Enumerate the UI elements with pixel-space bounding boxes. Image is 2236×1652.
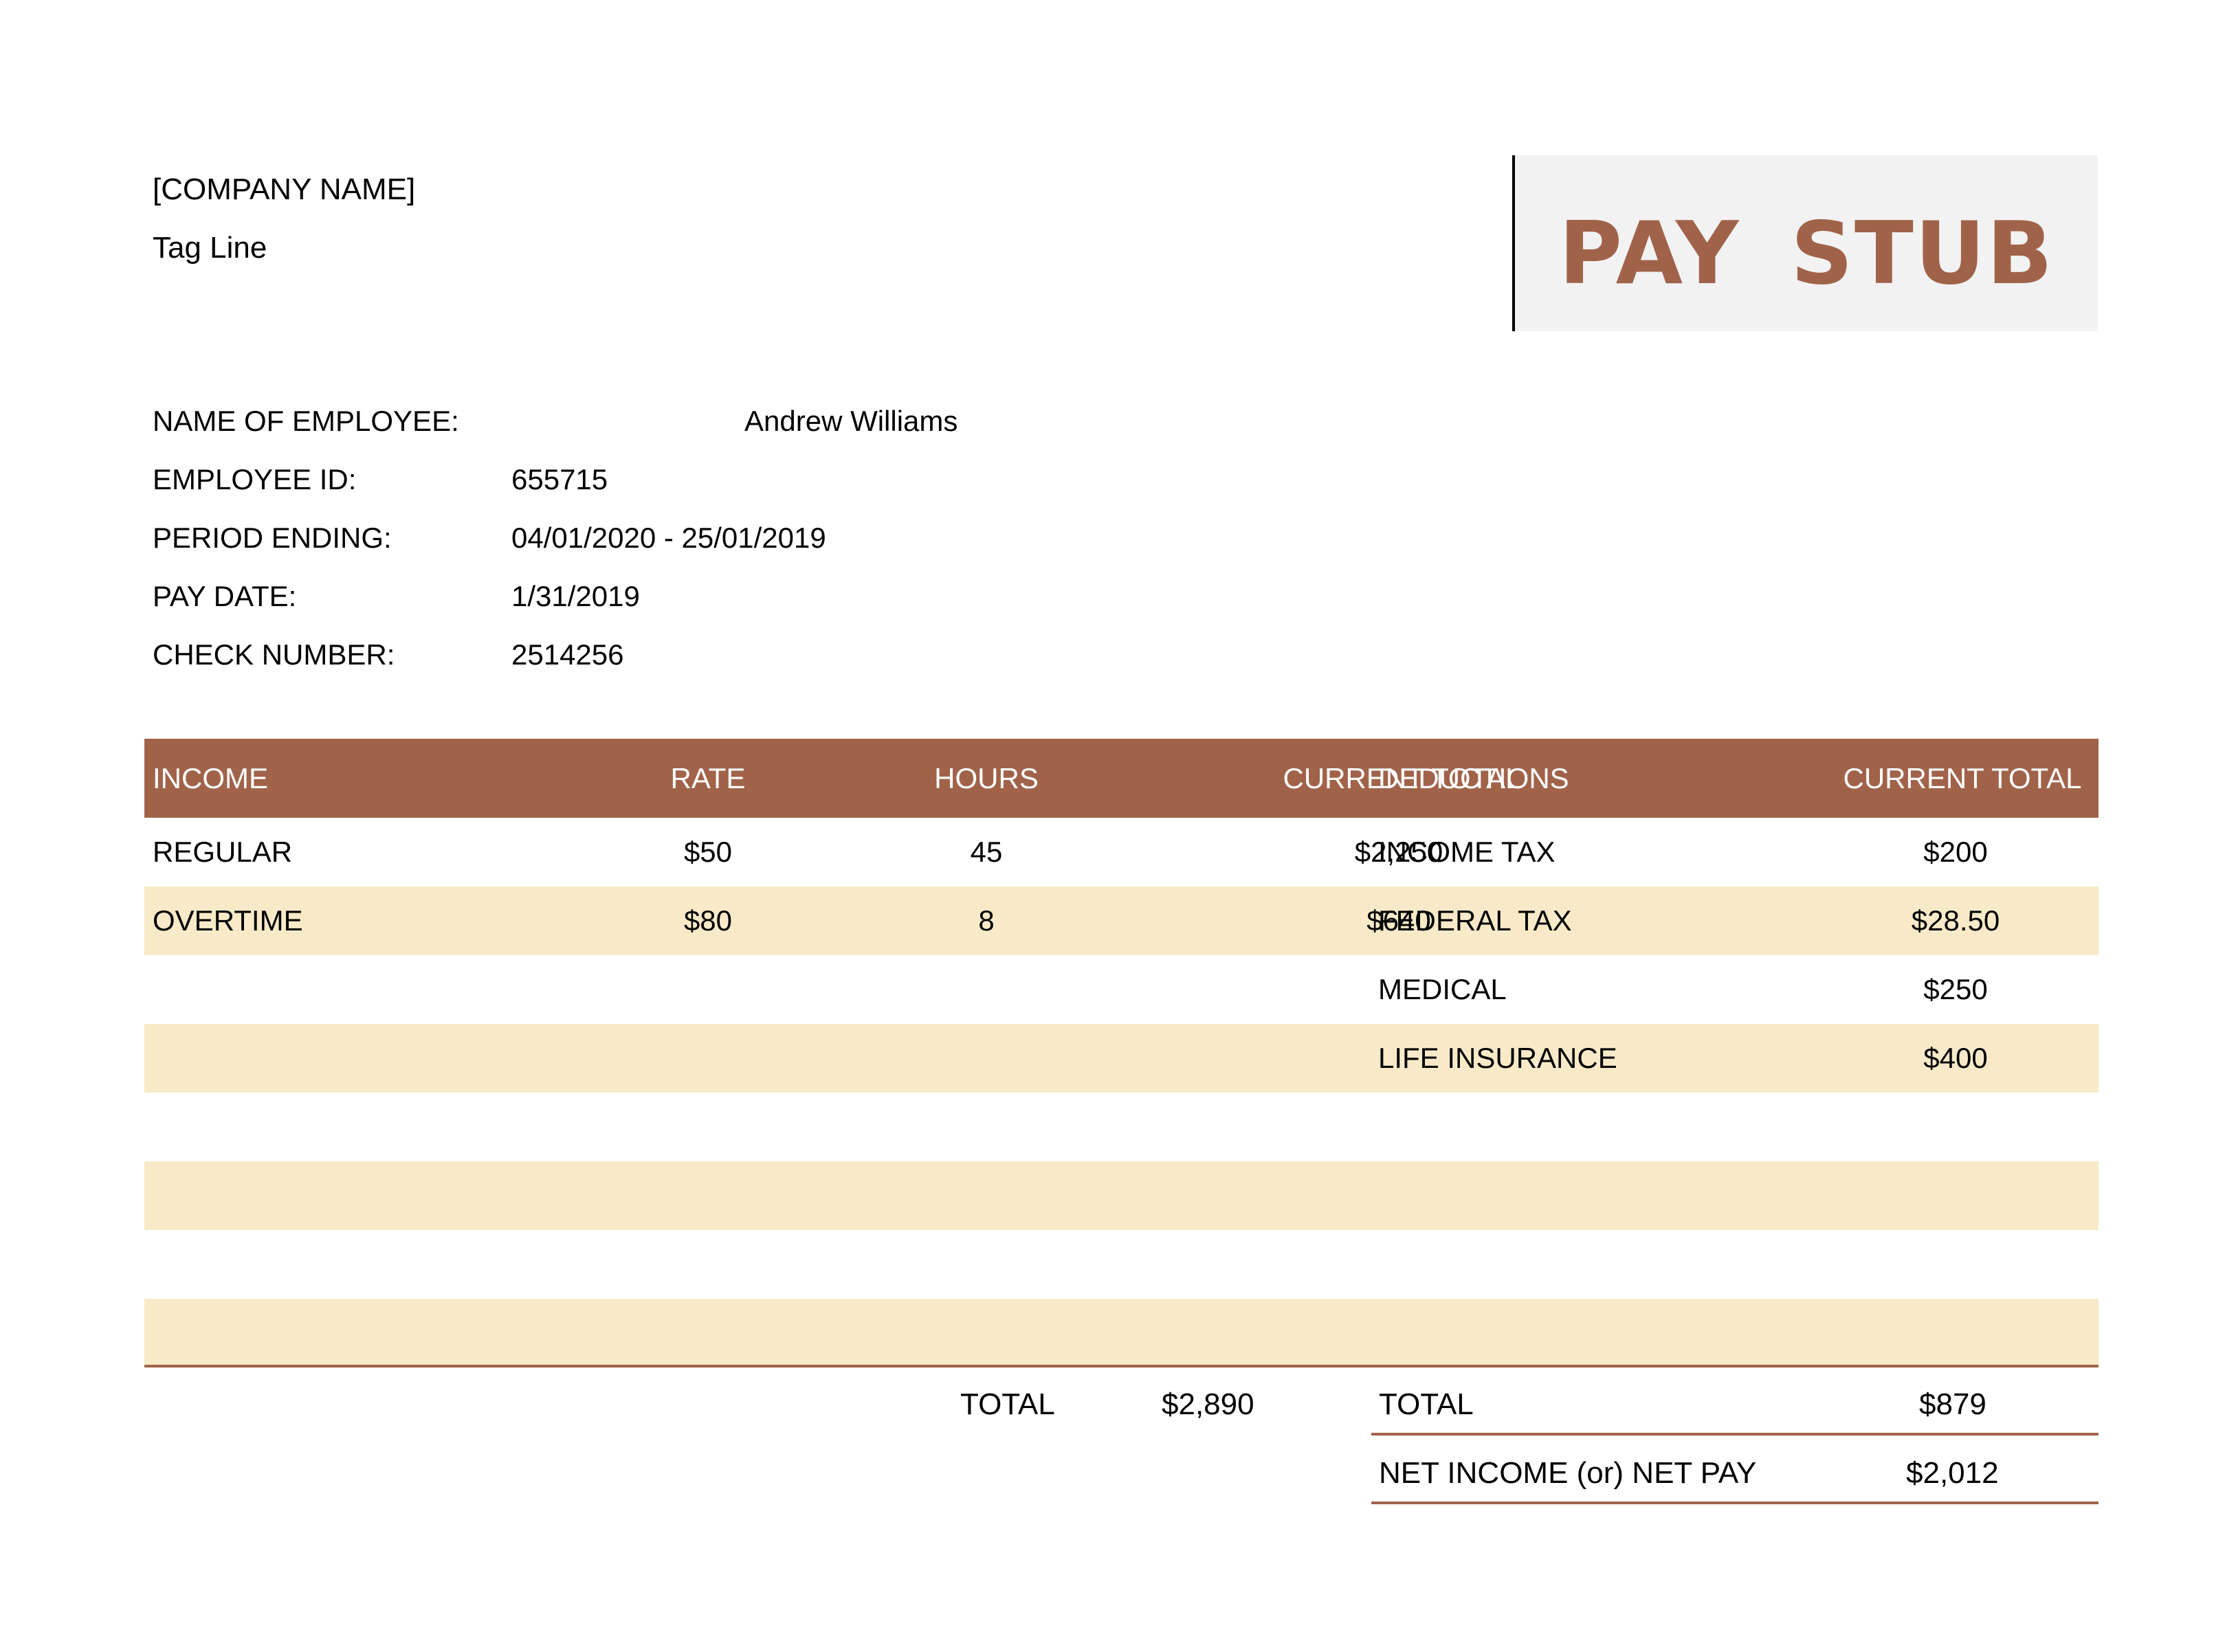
header-current-total-deductions: CURRENT TOTAL bbox=[1843, 761, 2082, 794]
rate-cell: $80 bbox=[683, 904, 733, 937]
deductions-total-divider bbox=[1371, 1433, 2099, 1436]
table-row: REGULAR $50 45 $2,250 INCOME TAX $200 bbox=[144, 818, 2099, 886]
deduction-cell bbox=[1378, 1230, 1791, 1299]
income-cell: REGULAR bbox=[153, 836, 293, 868]
net-pay-value: $2,012 bbox=[1906, 1456, 1999, 1490]
table-row: OVERTIME $80 8 $640 FEDERAL TAX $28.50 bbox=[144, 886, 2099, 955]
pay-date-label: PAY DATE: bbox=[153, 580, 297, 612]
income-total-value: $2,890 bbox=[1162, 1387, 1254, 1421]
deduction-cell: LIFE INSURANCE bbox=[1378, 1042, 1617, 1074]
rate-cell bbox=[571, 1230, 845, 1299]
period-ending-label: PERIOD ENDING: bbox=[153, 522, 392, 554]
table-header: INCOME RATE HOURS CURRENT TOTAL DEDUCTIO… bbox=[144, 739, 2099, 818]
header-deductions: DEDUCTIONS bbox=[1378, 761, 1569, 794]
deduction-total-cell: $400 bbox=[1923, 1042, 1988, 1074]
rate-cell bbox=[571, 1299, 845, 1368]
rate-cell bbox=[571, 1093, 845, 1161]
deduction-cell bbox=[1378, 1093, 1791, 1161]
net-pay-label: NET INCOME (or) NET PAY bbox=[1379, 1456, 1757, 1490]
header-rate: RATE bbox=[670, 761, 746, 794]
income-cell: OVERTIME bbox=[153, 904, 303, 937]
pay-date-value: 1/31/2019 bbox=[511, 580, 640, 612]
income-cell bbox=[153, 955, 565, 1024]
income-cell bbox=[153, 1093, 565, 1161]
deduction-total-cell bbox=[1749, 1299, 2162, 1368]
rate-cell bbox=[571, 1024, 845, 1093]
pay-table: INCOME RATE HOURS CURRENT TOTAL DEDUCTIO… bbox=[144, 739, 2099, 1368]
net-pay-divider bbox=[1371, 1502, 2099, 1504]
deductions-total-value: $879 bbox=[1919, 1387, 1986, 1421]
deductions-total-label: TOTAL bbox=[1379, 1387, 1474, 1421]
deduction-total-cell bbox=[1749, 1093, 2162, 1161]
table-bottom-divider bbox=[144, 1365, 2099, 1368]
deduction-total-cell bbox=[1749, 1230, 2162, 1299]
table-row bbox=[144, 1230, 2099, 1299]
table-row bbox=[144, 1093, 2099, 1161]
deduction-cell: INCOME TAX bbox=[1378, 836, 1556, 868]
deduction-total-cell: $28.50 bbox=[1911, 904, 2000, 937]
deduction-total-cell: $250 bbox=[1923, 973, 1988, 1005]
page-title: PAY STUB bbox=[1558, 202, 2055, 304]
income-cell bbox=[153, 1230, 565, 1299]
period-ending-value: 04/01/2020 - 25/01/2019 bbox=[511, 522, 826, 554]
table-row bbox=[144, 1161, 2099, 1230]
deduction-cell bbox=[1378, 1161, 1791, 1230]
deduction-cell: MEDICAL bbox=[1378, 973, 1507, 1005]
income-cell bbox=[153, 1161, 565, 1230]
title-box: PAY STUB bbox=[1512, 155, 2098, 331]
check-number-value: 2514256 bbox=[511, 638, 624, 671]
rate-cell: $50 bbox=[683, 836, 733, 868]
table-row: LIFE INSURANCE $400 bbox=[144, 1024, 2099, 1093]
employee-id-value: 655715 bbox=[511, 463, 608, 495]
employee-name-value: Andrew Williams bbox=[744, 405, 958, 437]
header-income: INCOME bbox=[153, 761, 268, 794]
employee-name-label: NAME OF EMPLOYEE: bbox=[153, 405, 459, 437]
table-row bbox=[144, 1299, 2099, 1368]
employee-id-label: EMPLOYEE ID: bbox=[153, 463, 357, 495]
income-cell bbox=[153, 1299, 565, 1368]
company-name: [COMPANY NAME] bbox=[153, 172, 416, 206]
tag-line: Tag Line bbox=[153, 231, 267, 265]
deduction-total-cell: $200 bbox=[1923, 836, 1988, 868]
deduction-cell: FEDERAL TAX bbox=[1378, 904, 1572, 937]
rate-cell bbox=[571, 955, 845, 1024]
table-row: MEDICAL $250 bbox=[144, 955, 2099, 1024]
deduction-cell bbox=[1378, 1299, 1791, 1368]
income-cell bbox=[153, 1024, 565, 1093]
deduction-total-cell bbox=[1749, 1161, 2162, 1230]
rate-cell bbox=[571, 1161, 845, 1230]
check-number-label: CHECK NUMBER: bbox=[153, 638, 395, 671]
income-total-label: TOTAL bbox=[960, 1387, 1055, 1421]
